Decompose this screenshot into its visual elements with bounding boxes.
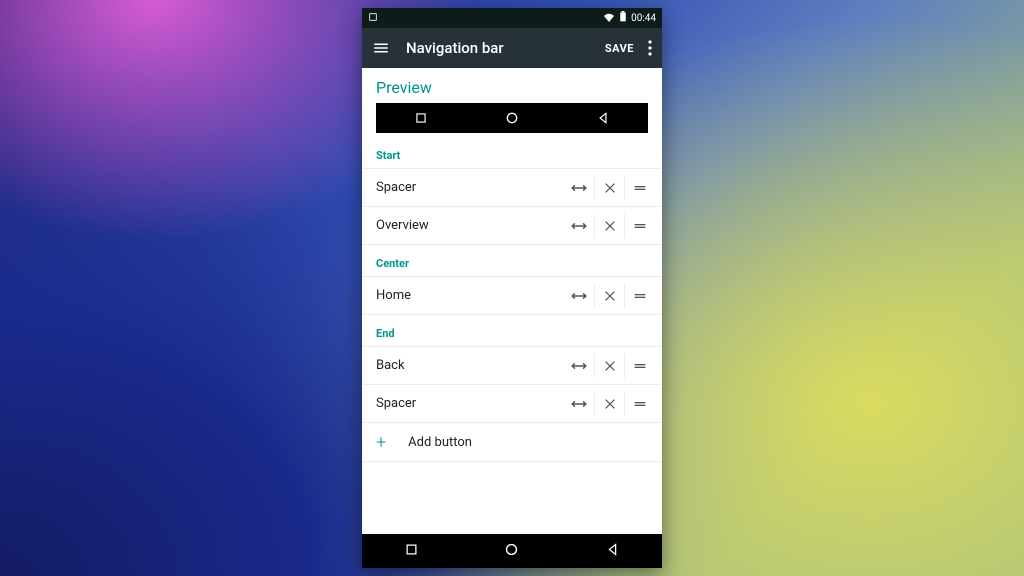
row-actions: [564, 214, 654, 238]
battery-icon: [619, 11, 627, 25]
home-icon: [504, 110, 520, 126]
section-header-start: Start: [362, 137, 662, 168]
system-back-button[interactable]: [605, 542, 620, 561]
list-item[interactable]: Back: [362, 346, 662, 384]
row-actions: [564, 354, 654, 378]
menu-icon[interactable]: [372, 39, 390, 57]
row-actions: [564, 176, 654, 200]
notification-icon: [368, 12, 378, 25]
section-header-center: Center: [362, 244, 662, 276]
delete-button[interactable]: [594, 392, 624, 416]
drag-handle-icon[interactable]: [624, 354, 654, 378]
width-button[interactable]: [564, 284, 594, 308]
system-nav-bar: [362, 534, 662, 568]
item-label: Home: [376, 288, 564, 303]
delete-button[interactable]: [594, 284, 624, 308]
preview-heading: Preview: [362, 68, 662, 103]
item-label: Spacer: [376, 180, 564, 195]
drag-handle-icon[interactable]: [624, 392, 654, 416]
wifi-icon: [603, 12, 615, 25]
width-button[interactable]: [564, 392, 594, 416]
system-home-button[interactable]: [503, 541, 520, 562]
width-button[interactable]: [564, 214, 594, 238]
app-bar-title: Navigation bar: [406, 39, 504, 57]
app-bar: Navigation bar SAVE: [362, 28, 662, 68]
list-item[interactable]: Spacer: [362, 384, 662, 422]
system-overview-button[interactable]: [404, 542, 419, 561]
delete-button[interactable]: [594, 354, 624, 378]
back-icon: [596, 111, 610, 125]
item-label: Overview: [376, 218, 564, 233]
drag-handle-icon[interactable]: [624, 176, 654, 200]
drag-handle-icon[interactable]: [624, 284, 654, 308]
row-actions: [564, 392, 654, 416]
list-item[interactable]: Spacer: [362, 168, 662, 206]
width-button[interactable]: [564, 354, 594, 378]
save-button[interactable]: SAVE: [605, 42, 634, 55]
overflow-menu-icon[interactable]: [648, 40, 652, 56]
status-time: 00:44: [631, 13, 656, 24]
delete-button[interactable]: [594, 176, 624, 200]
row-actions: [564, 284, 654, 308]
preview-nav-bar: [376, 103, 648, 133]
delete-button[interactable]: [594, 214, 624, 238]
drag-handle-icon[interactable]: [624, 214, 654, 238]
add-button-label: Add button: [408, 435, 472, 450]
plus-icon: +: [376, 432, 386, 453]
add-button-row[interactable]: + Add button: [362, 422, 662, 462]
section-header-end: End: [362, 314, 662, 346]
width-button[interactable]: [564, 176, 594, 200]
list-item[interactable]: Home: [362, 276, 662, 314]
content-area: Preview Start Spacer: [362, 68, 662, 534]
overview-icon: [414, 111, 428, 125]
item-label: Spacer: [376, 396, 564, 411]
phone-frame: 00:44 Navigation bar SAVE Preview: [362, 8, 662, 568]
item-label: Back: [376, 358, 564, 373]
list-item[interactable]: Overview: [362, 206, 662, 244]
status-bar: 00:44: [362, 8, 662, 28]
